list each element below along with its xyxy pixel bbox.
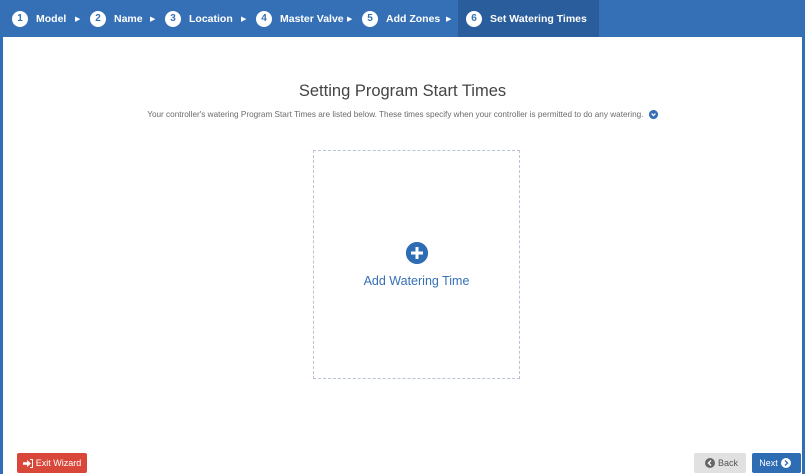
step-name[interactable]: 2 Name — [90, 0, 143, 37]
step-add-zones[interactable]: 5 Add Zones — [362, 0, 440, 37]
step-set-watering-times[interactable]: 6 Set Watering Times — [458, 0, 599, 37]
step-number: 5 — [362, 10, 378, 27]
description-text: Your controller's watering Program Start… — [147, 110, 644, 119]
step-label: Location — [189, 12, 233, 25]
add-watering-time-label: Add Watering Time — [363, 273, 470, 288]
step-label: Add Zones — [386, 12, 441, 25]
step-arrow-icon: ▶ — [75, 15, 81, 23]
add-watering-time-card[interactable]: Add Watering Time — [313, 150, 520, 379]
step-master-valve[interactable]: 4 Master Valve — [256, 0, 344, 37]
exit-wizard-button[interactable]: Exit Wizard — [17, 453, 87, 473]
sign-out-icon — [22, 458, 33, 468]
step-arrow-icon: ▶ — [347, 15, 353, 23]
step-label: Name — [114, 12, 143, 25]
frame-left-border — [0, 0, 3, 474]
step-arrow-icon: ▶ — [150, 15, 156, 23]
step-label: Set Watering Times — [490, 12, 587, 25]
step-number: 4 — [256, 10, 272, 27]
chevron-left-circle-icon — [704, 458, 715, 468]
chevron-right-circle-icon — [780, 458, 791, 468]
step-arrow-icon: ▶ — [446, 15, 452, 23]
step-location[interactable]: 3 Location — [165, 0, 233, 37]
back-label: Back — [717, 458, 738, 468]
step-number: 3 — [165, 10, 181, 27]
step-model[interactable]: 1 Model — [12, 0, 66, 37]
step-number: 2 — [90, 10, 106, 27]
step-number: 1 — [12, 10, 28, 27]
page-description: Your controller's watering Program Start… — [0, 110, 805, 120]
next-label: Next — [759, 458, 778, 468]
step-number: 6 — [466, 10, 482, 27]
exit-wizard-label: Exit Wizard — [35, 458, 82, 468]
plus-circle-icon — [405, 241, 428, 264]
back-button[interactable]: Back — [694, 453, 746, 473]
next-button[interactable]: Next — [752, 453, 801, 473]
page-title: Setting Program Start Times — [298, 82, 507, 100]
step-arrow-icon: ▶ — [241, 15, 247, 23]
expand-info-icon[interactable] — [648, 110, 658, 120]
step-label: Model — [36, 12, 67, 25]
step-label: Master Valve — [280, 12, 344, 25]
wizard-step-bar: 1 Model ▶ 2 Name ▶ 3 Location ▶ 4 Master… — [0, 0, 805, 37]
